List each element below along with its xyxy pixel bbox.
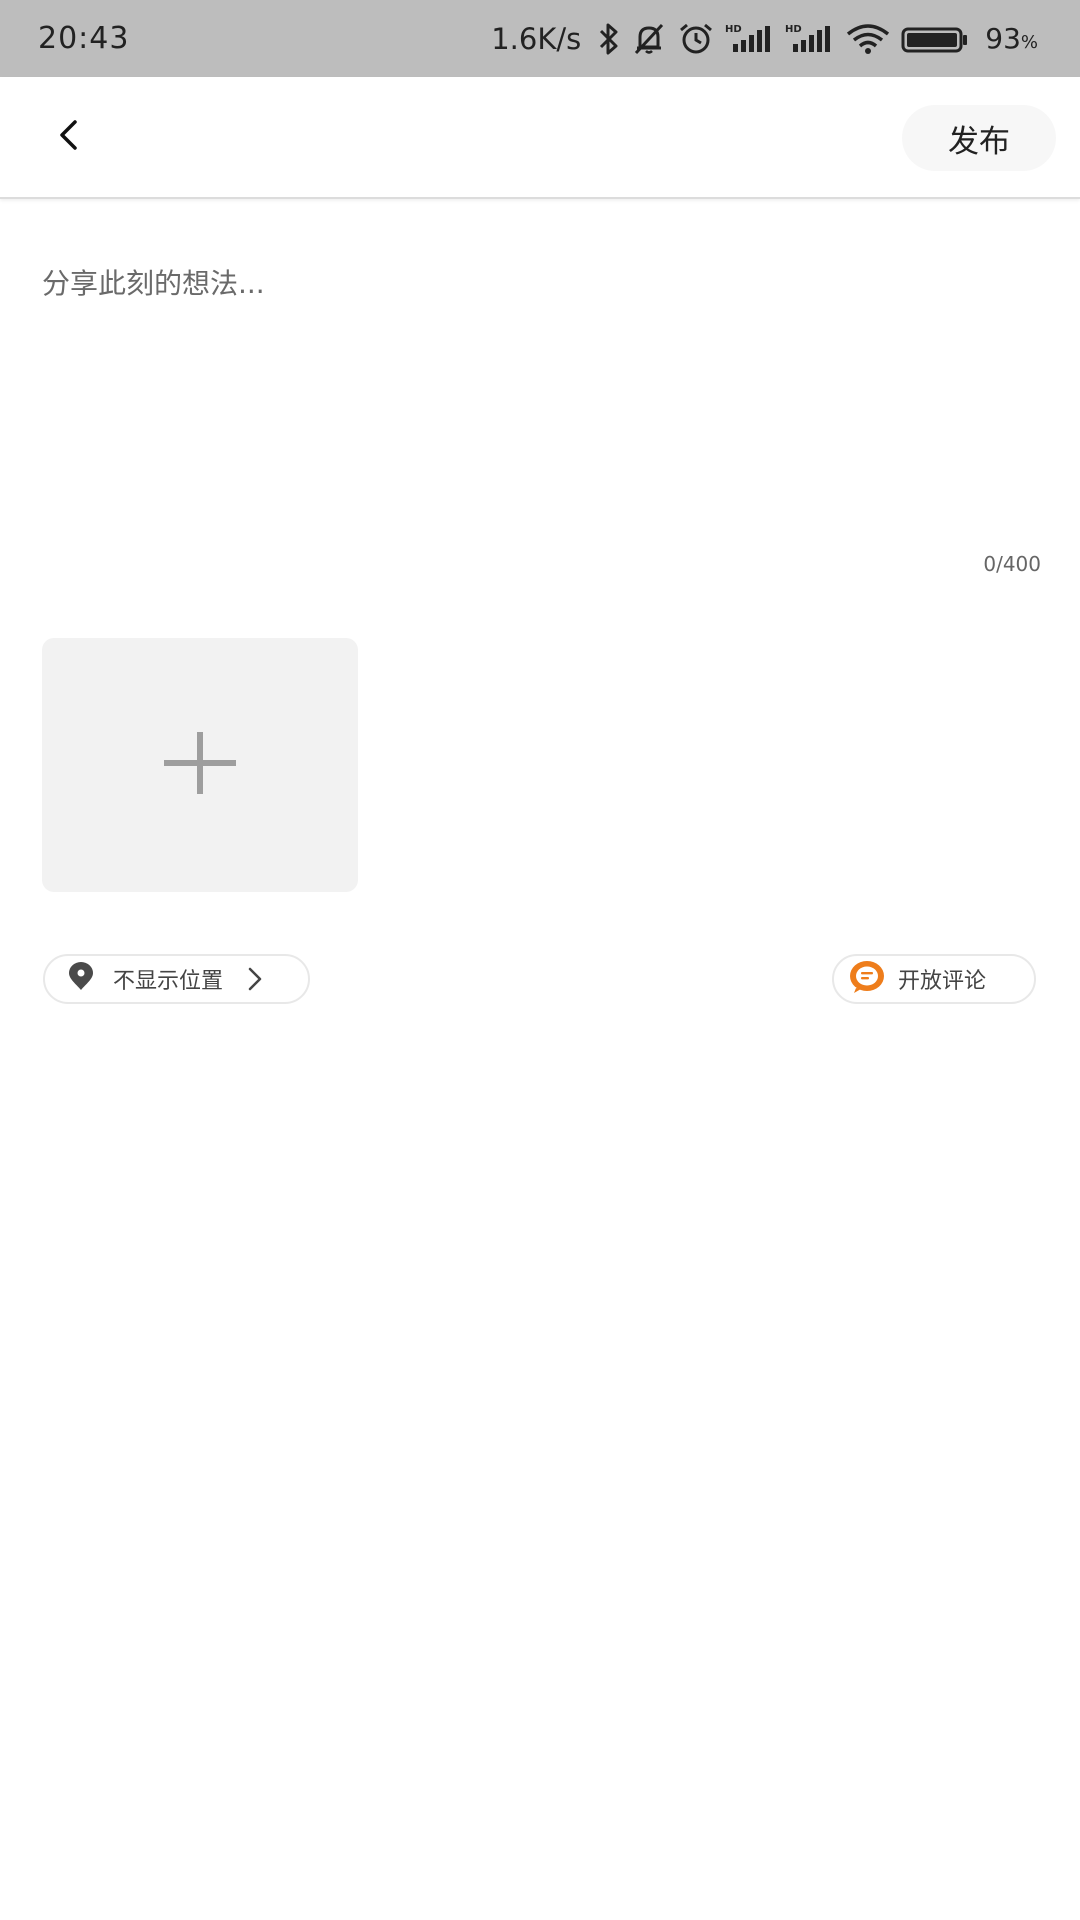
battery-percent-unit: % (1020, 32, 1038, 53)
svg-text:HD: HD (725, 24, 742, 35)
network-speed: 1.6K/s (491, 21, 582, 56)
chevron-right-icon (247, 967, 263, 991)
comment-toggle[interactable]: 开放评论 (832, 954, 1036, 1004)
status-icons: 1.6K/s HD HD 93% (491, 22, 1038, 56)
svg-text:HD: HD (785, 24, 802, 35)
add-image-button[interactable] (42, 638, 358, 892)
location-label: 不显示位置 (113, 969, 224, 994)
battery-percentage: 93% (985, 22, 1038, 55)
post-text-input[interactable]: 分享此刻的想法... (42, 262, 1038, 522)
battery-icon (901, 22, 969, 56)
back-button[interactable] (42, 107, 94, 167)
location-pin-icon (67, 962, 95, 996)
bell-muted-icon (631, 22, 667, 56)
character-counter: 0/400 (983, 552, 1041, 576)
battery-percent-value: 93 (985, 22, 1021, 55)
plus-icon (164, 732, 236, 798)
hd-signal-icon: HD (725, 22, 775, 56)
comment-bubble-icon (848, 960, 886, 998)
status-time: 20:43 (38, 21, 130, 56)
status-bar: 20:43 1.6K/s HD HD 93% (0, 0, 1080, 77)
comment-label: 开放评论 (898, 969, 987, 994)
publish-button[interactable]: 发布 (902, 105, 1056, 171)
alarm-icon (677, 22, 715, 56)
location-selector[interactable]: 不显示位置 (43, 954, 310, 1004)
title-bar: 发布 (0, 77, 1080, 199)
bluetooth-icon (597, 22, 621, 56)
chevron-left-icon (55, 118, 81, 156)
wifi-icon (845, 22, 891, 56)
hd-signal-icon: HD (785, 22, 835, 56)
